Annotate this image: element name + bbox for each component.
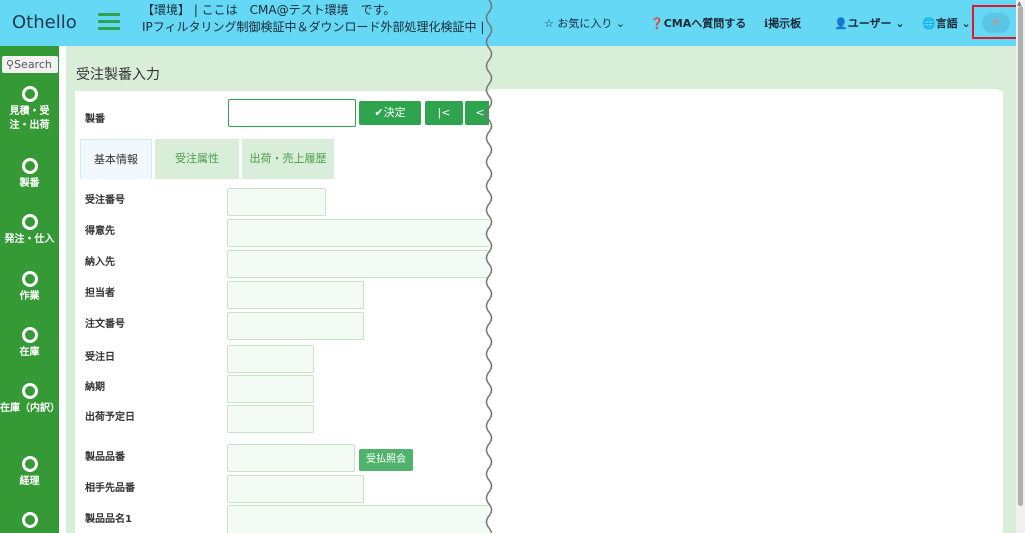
highlight-box: ★ — [972, 5, 1019, 39]
order-date-input[interactable] — [227, 345, 314, 373]
circle-icon — [21, 214, 38, 230]
sidebar-item-label: 発注・仕入 — [4, 234, 55, 245]
sidebar-item-label: 製番 — [19, 178, 40, 189]
sidebar-search[interactable]: ⚲Search — [2, 56, 58, 73]
circle-icon — [21, 383, 38, 399]
environment-banner: 【環境】 | ここは CMA@テスト環境 です。 IPフィルタリング制御検証中＆… — [142, 2, 487, 36]
staff-input[interactable] — [227, 281, 364, 309]
nav-user-label: ユーザー — [847, 17, 892, 30]
nav-question-label: CMAへ質問する — [663, 17, 747, 30]
sidebar: ⚲Search 見積・受注・出荷 製番 発注・仕入 作業 在庫 在庫（内訳） 経… — [0, 46, 60, 533]
field-label: 製品品番 — [85, 452, 125, 463]
sidebar-item-estimate[interactable]: 見積・受注・出荷 — [0, 86, 59, 133]
splice-wave-divider — [485, 0, 493, 533]
language-icon: 🌐 — [922, 17, 936, 30]
circle-icon — [21, 456, 38, 472]
inquiry-button[interactable]: 受払照会 — [359, 449, 413, 471]
circle-icon — [21, 158, 38, 174]
po-number-input[interactable] — [227, 312, 364, 340]
sidebar-item-label: 在庫 — [19, 347, 40, 358]
circle-icon — [21, 271, 38, 287]
sidebar-search-label: Search — [14, 58, 52, 71]
seiban-input[interactable] — [228, 99, 356, 127]
hamburger-menu-icon[interactable] — [98, 13, 120, 31]
chevron-down-icon: ⌄ — [961, 17, 971, 30]
nav-board-label: 掲示板 — [768, 17, 802, 30]
order-number-input[interactable] — [227, 188, 326, 216]
ship-date-input[interactable] — [227, 405, 314, 433]
vertical-scrollbar[interactable]: ▲ — [1016, 0, 1025, 533]
field-label: 受注番号 — [85, 195, 125, 206]
star-icon[interactable]: ★ — [982, 13, 1010, 33]
first-button[interactable]: |< — [425, 101, 463, 125]
seiban-label: 製番 — [85, 114, 105, 125]
chevron-down-icon: ⌄ — [615, 17, 626, 30]
sidebar-item-label: 見積・受注・出荷 — [9, 106, 50, 131]
field-label: 得意先 — [85, 226, 115, 237]
sidebar-item-label: 在庫（内訳） — [0, 403, 60, 414]
nav-favorites-label: ☆ お気に入り — [544, 17, 613, 30]
sidebar-item-stock-detail[interactable]: 在庫（内訳） — [0, 383, 60, 416]
tab-shipping-history[interactable]: 出荷・売上履歴 — [242, 139, 334, 179]
field-label: 注文番号 — [85, 319, 125, 330]
panel-extension — [489, 89, 999, 533]
nav-language[interactable]: 🌐言語 ⌄ — [922, 15, 971, 31]
partner-code-input[interactable] — [227, 475, 364, 503]
customer-input[interactable] — [227, 219, 497, 247]
sidebar-item-work[interactable]: 作業 — [0, 271, 59, 304]
circle-icon — [21, 512, 38, 528]
sidebar-item-stock[interactable]: 在庫 — [0, 327, 59, 360]
field-label: 受注日 — [85, 352, 115, 363]
sidebar-item-label: 作業 — [19, 291, 40, 302]
nav-question[interactable]: ❓CMAへ質問する — [650, 15, 746, 31]
tab-order-attributes[interactable]: 受注属性 — [155, 139, 239, 179]
product-name-input[interactable] — [227, 505, 497, 533]
question-circle-icon: ❓ — [650, 17, 664, 30]
circle-icon — [21, 86, 38, 102]
page-title: 受注製番入力 — [76, 67, 160, 83]
content-background — [489, 46, 999, 90]
env-line-2: IPフィルタリング制御検証中＆ダウンロード外部処理化検証中 | 不審 — [142, 20, 487, 34]
user-icon: 👤 — [834, 17, 848, 30]
field-label: 納期 — [85, 382, 105, 393]
field-label: 納入先 — [85, 257, 115, 268]
sidebar-item-accounting[interactable]: 経理 — [0, 456, 59, 489]
chevron-down-icon: ⌄ — [895, 17, 905, 30]
ok-button[interactable]: ✔決定 — [359, 101, 421, 125]
nav-board[interactable]: ℹ掲示板 — [764, 15, 801, 31]
field-label: 担当者 — [85, 288, 115, 299]
product-code-input[interactable] — [227, 444, 355, 472]
circle-icon — [21, 327, 38, 343]
sidebar-item-order[interactable]: 発注・仕入 — [0, 214, 59, 247]
search-icon: ⚲ — [6, 58, 15, 71]
due-date-input[interactable] — [227, 375, 314, 403]
sidebar-item-more[interactable] — [0, 512, 59, 531]
field-label: 出荷予定日 — [85, 412, 135, 423]
tab-basic-info[interactable]: 基本情報 — [80, 139, 152, 179]
top-header: Othello 【環境】 | ここは CMA@テスト環境 です。 IPフィルタリ… — [0, 0, 1019, 46]
nav-favorites[interactable]: ☆ お気に入り ⌄ — [544, 15, 625, 31]
field-label: 相手先品番 — [85, 483, 135, 494]
env-line-1: 【環境】 | ここは CMA@テスト環境 です。 — [142, 3, 396, 17]
app-logo[interactable]: Othello — [12, 12, 77, 33]
nav-language-label: 言語 — [935, 17, 958, 30]
field-label: 製品品名1 — [85, 514, 132, 525]
sidebar-item-label: 経理 — [19, 476, 40, 487]
sidebar-item-seiban[interactable]: 製番 — [0, 158, 59, 191]
scroll-thumb[interactable] — [1018, 6, 1023, 506]
delivery-input[interactable] — [227, 250, 497, 278]
nav-user[interactable]: 👤ユーザー ⌄ — [834, 15, 905, 31]
